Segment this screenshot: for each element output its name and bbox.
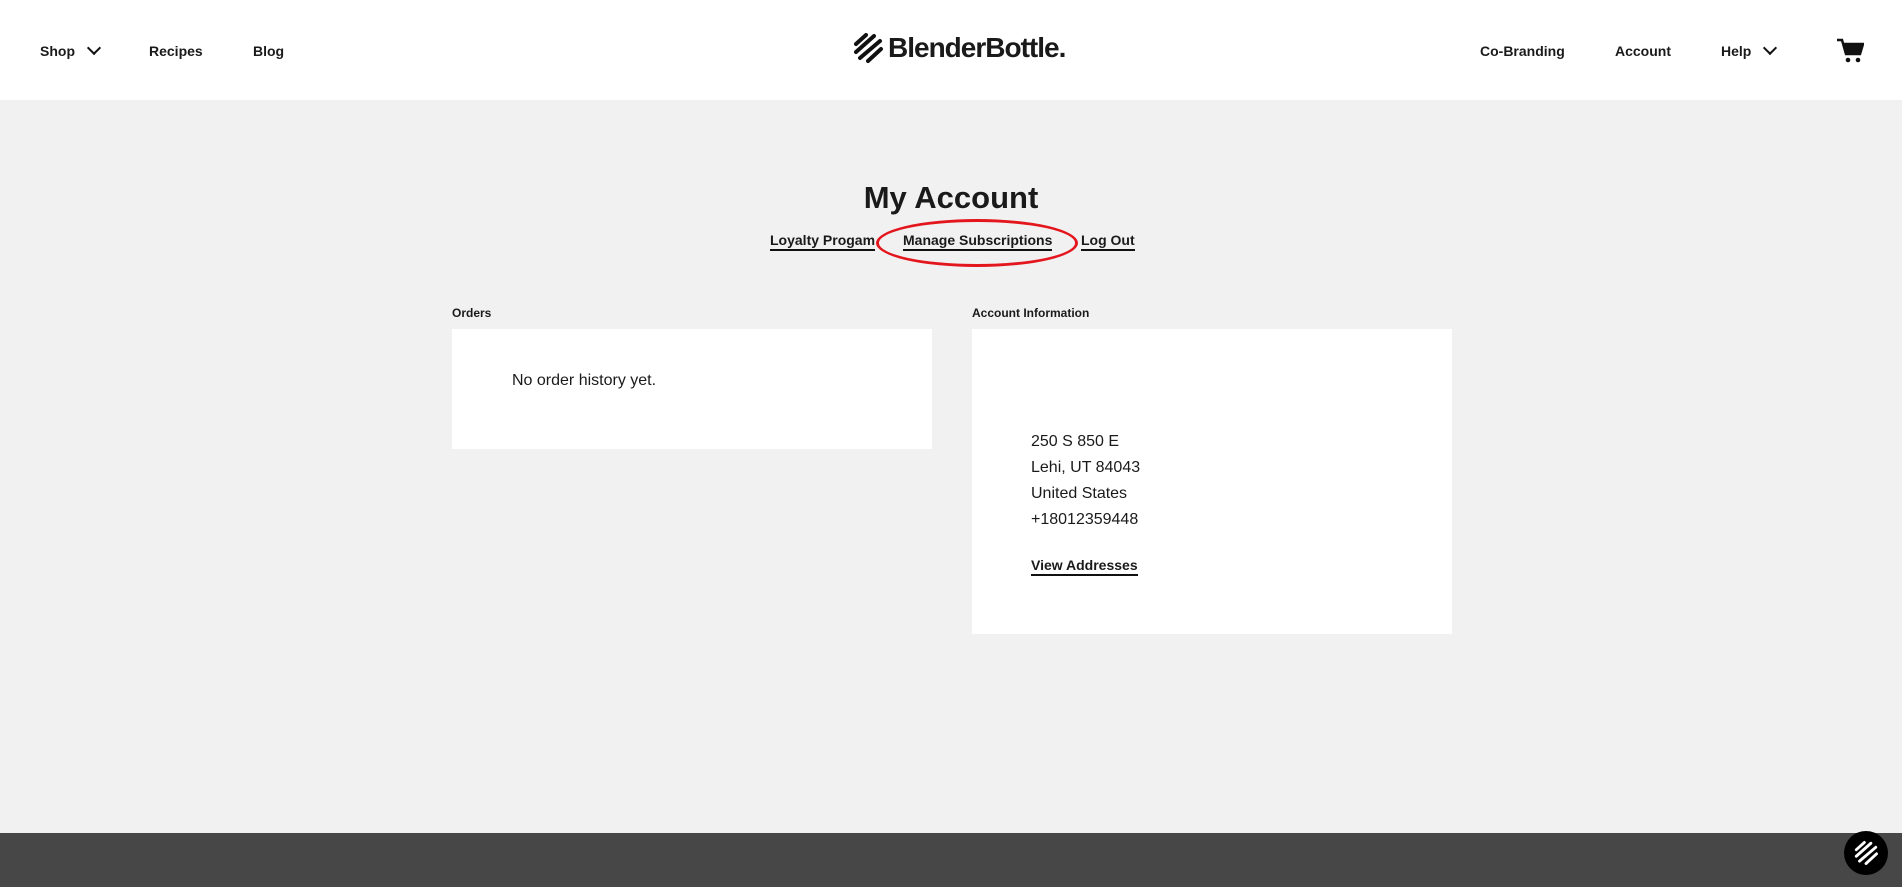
footer xyxy=(0,833,1902,887)
chat-button[interactable] xyxy=(1844,831,1888,875)
nav-account[interactable]: Account xyxy=(1615,43,1671,59)
logo-text: BlenderBottle. xyxy=(888,32,1066,63)
no-orders-text: No order history yet. xyxy=(512,372,657,389)
logo-icon xyxy=(1854,841,1878,865)
logo[interactable]: BlenderBottle. xyxy=(852,32,1066,64)
address-line: United States xyxy=(1031,485,1128,502)
highlight-circle xyxy=(876,219,1078,267)
log-out-link[interactable]: Log Out xyxy=(1081,232,1135,251)
phone-number: +18012359448 xyxy=(1031,511,1139,528)
view-addresses-link[interactable]: View Addresses xyxy=(1031,557,1138,576)
nav-shop-label: Shop xyxy=(40,43,75,59)
cart-icon[interactable] xyxy=(1836,38,1864,64)
address-line: 250 S 850 E xyxy=(1031,433,1120,450)
orders-panel: No order history yet. xyxy=(452,329,932,449)
loyalty-program-link[interactable]: Loyalty Progam xyxy=(770,232,876,251)
nav-shop[interactable]: Shop xyxy=(40,40,102,59)
chevron-down-icon xyxy=(1763,40,1778,56)
nav-recipes[interactable]: Recipes xyxy=(149,43,203,59)
account-info-panel: 250 S 850 E Lehi, UT 84043 United States… xyxy=(972,329,1452,634)
site-header: Shop Recipes Blog BlenderBottle. Co-Bran… xyxy=(0,0,1902,100)
nav-help-label: Help xyxy=(1721,43,1752,59)
chevron-down-icon xyxy=(86,40,102,56)
address-line: Lehi, UT 84043 xyxy=(1031,459,1141,476)
nav-help[interactable]: Help xyxy=(1721,40,1778,59)
account-info-label: Account Information xyxy=(972,306,1090,320)
orders-label: Orders xyxy=(452,306,492,320)
logo-icon xyxy=(854,33,883,63)
page-title: My Account xyxy=(863,180,1039,215)
nav-co-branding[interactable]: Co-Branding xyxy=(1480,43,1565,59)
nav-blog[interactable]: Blog xyxy=(253,43,284,59)
